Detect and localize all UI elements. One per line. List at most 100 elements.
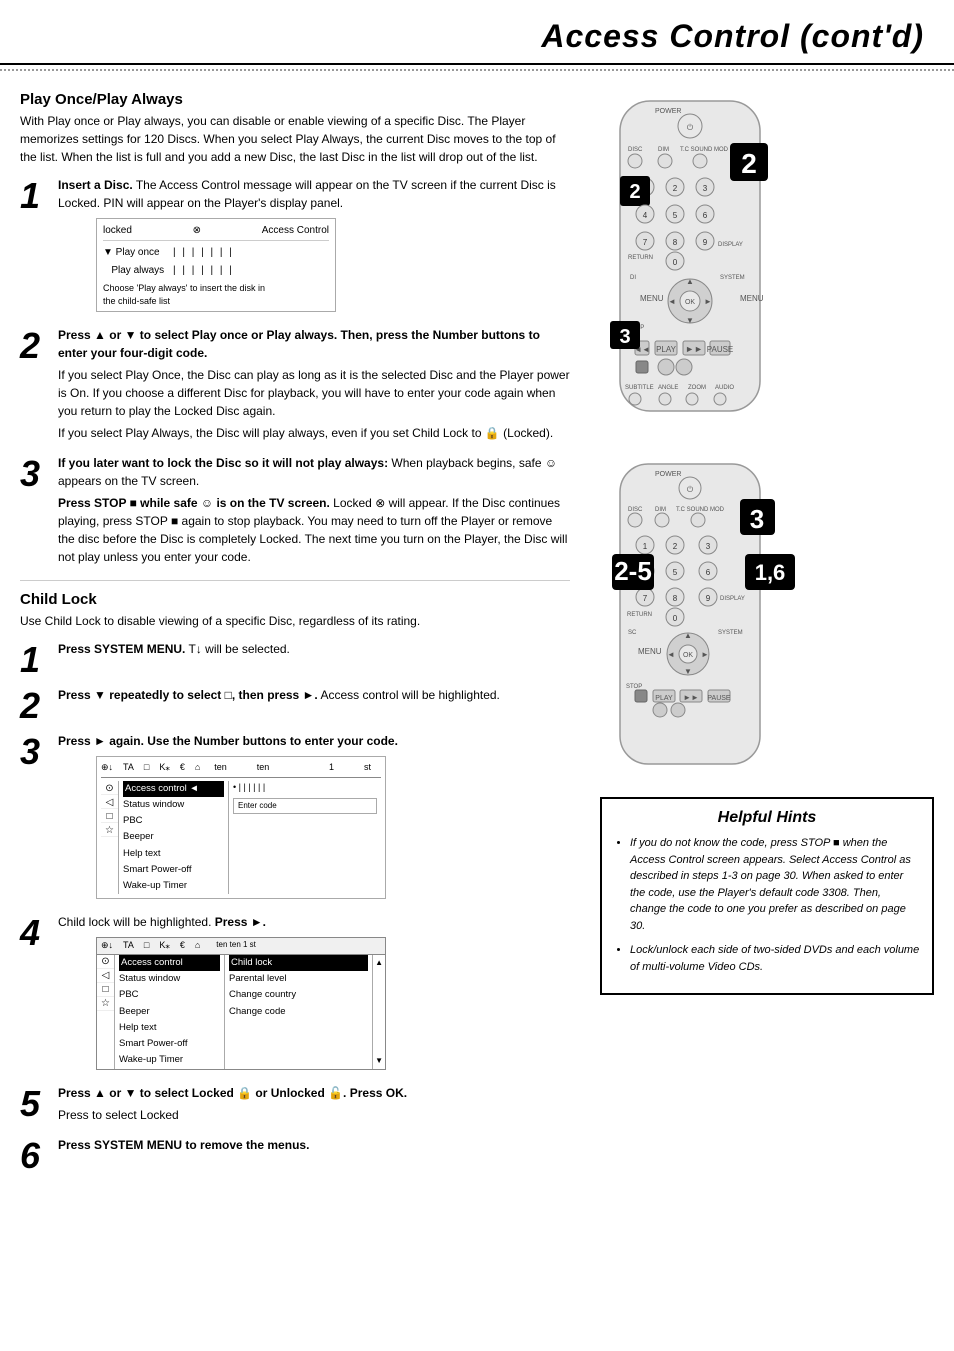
svg-text:►: ► bbox=[704, 297, 712, 306]
remote-top-area: ⏻ POWER DISC DIM T.C SOUND MOD 2 1 2 3 bbox=[600, 91, 934, 434]
step-2-bold: Press ▲ or ▼ to select Play once or Play… bbox=[58, 328, 540, 360]
enter-code-ticks: • | | | | | | bbox=[233, 781, 377, 795]
screen-play-once-label: ▼ Play once bbox=[103, 245, 173, 260]
helpful-hints-title: Helpful Hints bbox=[614, 809, 920, 827]
step-3-bold1: If you later want to lock the Disc so it… bbox=[58, 456, 388, 470]
cl-s4-text: Child lock will be highlighted. bbox=[58, 915, 215, 929]
ci-3: □ bbox=[97, 983, 114, 997]
svg-text:0: 0 bbox=[673, 614, 678, 623]
screen-row-2: Play always | | | | | | | bbox=[103, 263, 329, 278]
icon-left: ◁ bbox=[101, 795, 118, 809]
clt-parental: Parental level bbox=[229, 971, 368, 987]
svg-text:⏻: ⏻ bbox=[687, 123, 694, 132]
svg-text:3: 3 bbox=[750, 504, 764, 534]
clt-smart: Smart Power-off bbox=[119, 1036, 220, 1052]
cl-s1-text: T↓ will be selected. bbox=[189, 642, 290, 656]
mh-kstar: K⁎ bbox=[159, 761, 170, 775]
menu-item-smart: Smart Power-off bbox=[123, 862, 224, 878]
cl-step-3: 3 Press ► again. Use the Number buttons … bbox=[20, 732, 570, 905]
menu-item-pbc: PBC bbox=[123, 813, 224, 829]
step-3-bold2: Press STOP ■ while safe ☺ is on the TV s… bbox=[58, 496, 330, 510]
svg-text:8: 8 bbox=[673, 238, 678, 247]
svg-text:9: 9 bbox=[703, 238, 708, 247]
menu-item-help: Help text bbox=[123, 846, 224, 862]
cl-s3-text: Press ► again. Use the Number buttons to… bbox=[58, 734, 398, 748]
clt-status: Status window bbox=[119, 971, 220, 987]
clt-h-arrow: ⊕↓ bbox=[101, 939, 113, 953]
svg-text:►►: ►► bbox=[683, 693, 699, 702]
clt-beeper: Beeper bbox=[119, 1004, 220, 1020]
clt-header: ⊕↓ TA □ K⁎ € ⌂ ten ten 1 st bbox=[97, 938, 385, 955]
step-2-detail1: If you select Play Once, the Disc can pl… bbox=[58, 366, 570, 420]
clt-h-sq: □ bbox=[144, 939, 149, 953]
svg-text:DIM: DIM bbox=[658, 147, 669, 153]
svg-text:6: 6 bbox=[703, 211, 708, 220]
step-number-1: 1 bbox=[20, 176, 58, 214]
clt-wake: Wake-up Timer bbox=[119, 1052, 220, 1068]
clt-scrollbar: ▲ ▼ bbox=[372, 955, 385, 1069]
play-once-intro: With Play once or Play always, you can d… bbox=[20, 112, 570, 166]
hint-1: If you do not know the code, press STOP … bbox=[630, 835, 920, 934]
mh-arrow: ⊕↓ bbox=[101, 761, 113, 775]
svg-text:2-5: 2-5 bbox=[614, 556, 652, 586]
mh-home: ⌂ bbox=[195, 761, 200, 775]
step-number-2: 2 bbox=[20, 326, 58, 364]
cl-step-1-content: Press SYSTEM MENU. T↓ will be selected. bbox=[58, 640, 570, 662]
clt-access: Access control bbox=[119, 955, 220, 971]
step-2-detail2: If you select Play Always, the Disc will… bbox=[58, 424, 570, 442]
remote-top-svg: ⏻ POWER DISC DIM T.C SOUND MOD 2 1 2 3 bbox=[600, 91, 780, 431]
svg-text:3: 3 bbox=[706, 542, 711, 551]
clt-left: Access control Status window PBC Beeper … bbox=[115, 955, 225, 1069]
clt-childlock: Child lock bbox=[229, 955, 368, 971]
svg-text:◄: ◄ bbox=[667, 650, 675, 659]
svg-text:►: ► bbox=[701, 650, 709, 659]
menu-screen-1-header: ⊕↓ TA □ K⁎ € ⌂ tenten1st bbox=[101, 761, 381, 778]
clt-h-ta: TA bbox=[123, 939, 134, 953]
left-column: Play Once/Play Always With Play once or … bbox=[20, 81, 590, 1182]
cl-step-5: 5 Press ▲ or ▼ to select Locked 🔒 or Unl… bbox=[20, 1084, 570, 1128]
screen-header-left: locked bbox=[103, 223, 132, 238]
svg-text:DI: DI bbox=[630, 275, 636, 281]
main-content: Play Once/Play Always With Play once or … bbox=[0, 81, 954, 1182]
screen-mockup-1: locked ⊗ Access Control ▼ Play once | | … bbox=[96, 218, 336, 312]
svg-text:OK: OK bbox=[683, 652, 693, 659]
cl-s4-press: Press ►. bbox=[215, 915, 266, 929]
svg-text:DISC: DISC bbox=[628, 507, 643, 513]
step-3-content: If you later want to lock the Disc so it… bbox=[58, 454, 570, 570]
cl-step-5-content: Press ▲ or ▼ to select Locked 🔒 or Unloc… bbox=[58, 1084, 570, 1128]
cl-s2-press: Press ▼ repeatedly to select □, then pre… bbox=[58, 688, 318, 702]
right-column: ⏻ POWER DISC DIM T.C SOUND MOD 2 1 2 3 bbox=[590, 81, 934, 1182]
scroll-up: ▲ bbox=[375, 957, 383, 969]
cl-step-3-content: Press ► again. Use the Number buttons to… bbox=[58, 732, 570, 905]
menu-left: Access control ◄ Status window PBC Beepe… bbox=[119, 781, 229, 895]
step-2-content: Press ▲ or ▼ to select Play once or Play… bbox=[58, 326, 570, 446]
remote-bottom-svg: ⏻ POWER DISC DIM T.C SOUND MOD 3 1 2 3 bbox=[600, 454, 810, 774]
clt-h-e: € bbox=[180, 939, 185, 953]
svg-text:PAUSE: PAUSE bbox=[707, 695, 731, 702]
screen-lock-icon: ⊗ bbox=[193, 223, 201, 238]
cl-step-num-6: 6 bbox=[20, 1136, 58, 1174]
cl-s2-text: Access control will be highlighted. bbox=[320, 688, 499, 702]
svg-text:5: 5 bbox=[673, 568, 678, 577]
svg-text:8: 8 bbox=[673, 594, 678, 603]
menu-item-beeper: Beeper bbox=[123, 829, 224, 845]
svg-text:2: 2 bbox=[673, 184, 678, 193]
clt-h-home: ⌂ bbox=[195, 939, 200, 953]
child-lock-title: Child Lock bbox=[20, 591, 570, 608]
svg-text:OK: OK bbox=[685, 299, 695, 306]
cl-s5-sub: Press to select Locked bbox=[58, 1106, 570, 1124]
svg-text:MENU: MENU bbox=[638, 647, 662, 656]
svg-text:ANGLE: ANGLE bbox=[658, 385, 678, 391]
svg-text:3: 3 bbox=[703, 184, 708, 193]
svg-text:▲: ▲ bbox=[684, 631, 692, 640]
svg-text:⏻: ⏻ bbox=[687, 485, 694, 494]
svg-text:2: 2 bbox=[673, 542, 678, 551]
cl-step-4-content: Child lock will be highlighted. Press ►.… bbox=[58, 913, 570, 1075]
enter-code-label: Enter code bbox=[233, 798, 377, 814]
icon-star: ☆ bbox=[101, 823, 118, 837]
svg-text:SC: SC bbox=[628, 630, 637, 636]
svg-text:0: 0 bbox=[673, 258, 678, 267]
svg-text:T.C SOUND MOD: T.C SOUND MOD bbox=[680, 147, 729, 153]
child-lock-section: Child Lock Use Child Lock to disable vie… bbox=[20, 591, 570, 1174]
menu-screen-2: ⊕↓ TA □ K⁎ € ⌂ ten ten 1 st ⊙ ◁ bbox=[96, 937, 386, 1069]
